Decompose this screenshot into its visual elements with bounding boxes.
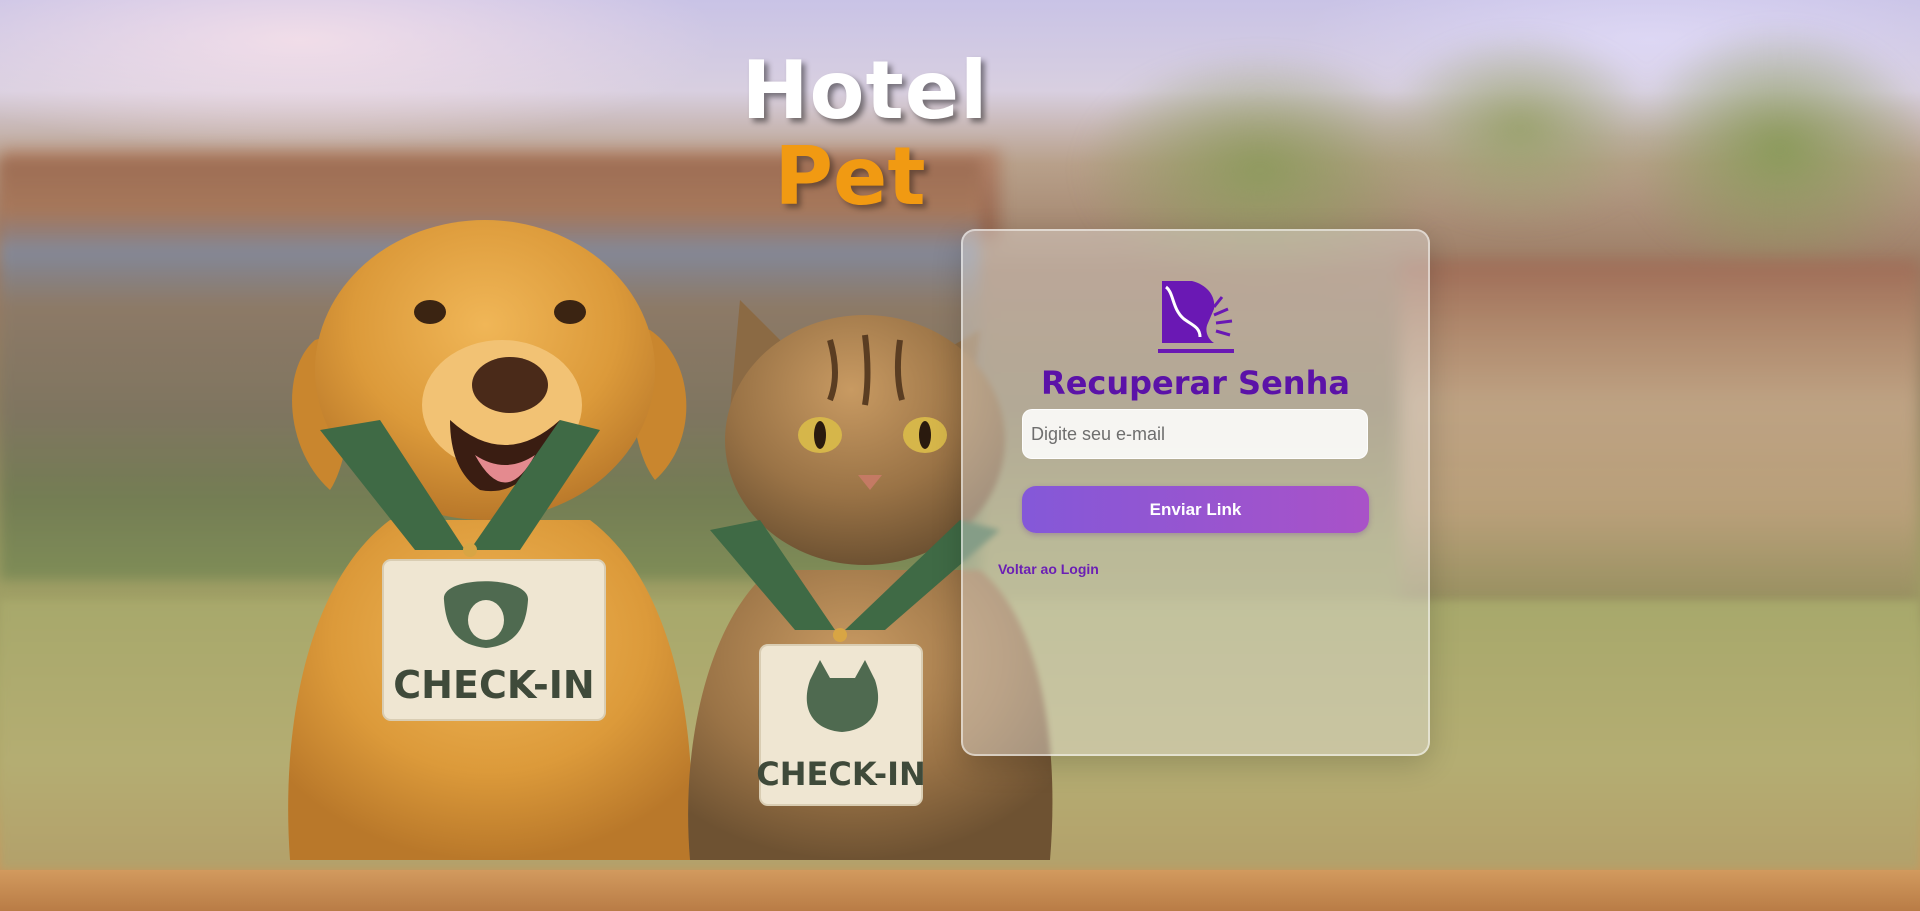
cat-badge-text: CHECK-IN (756, 755, 926, 793)
dog-badge-text: CHECK-IN (393, 663, 594, 707)
dog-illustration: CHECK-IN (288, 220, 692, 860)
email-field[interactable] (1022, 409, 1368, 459)
hotel-building-right (1400, 260, 1920, 620)
password-recovery-card: Recuperar Senha Enviar Link Voltar ao Lo… (961, 229, 1430, 756)
page-title: Recuperar Senha (1041, 364, 1350, 402)
brand-line-pet: Pet (774, 130, 926, 223)
back-to-login-link[interactable]: Voltar ao Login (998, 561, 1099, 577)
background-scene: CHECK-IN CHECK-IN Hotel Pet Recuperar Se… (0, 0, 1920, 911)
send-link-button[interactable]: Enviar Link (1022, 486, 1369, 533)
brand-line-hotel: Hotel (741, 44, 989, 137)
brand-logo: Hotel Pet (735, 48, 995, 220)
horse-head-icon (1158, 281, 1234, 353)
wooden-table (0, 870, 1920, 911)
